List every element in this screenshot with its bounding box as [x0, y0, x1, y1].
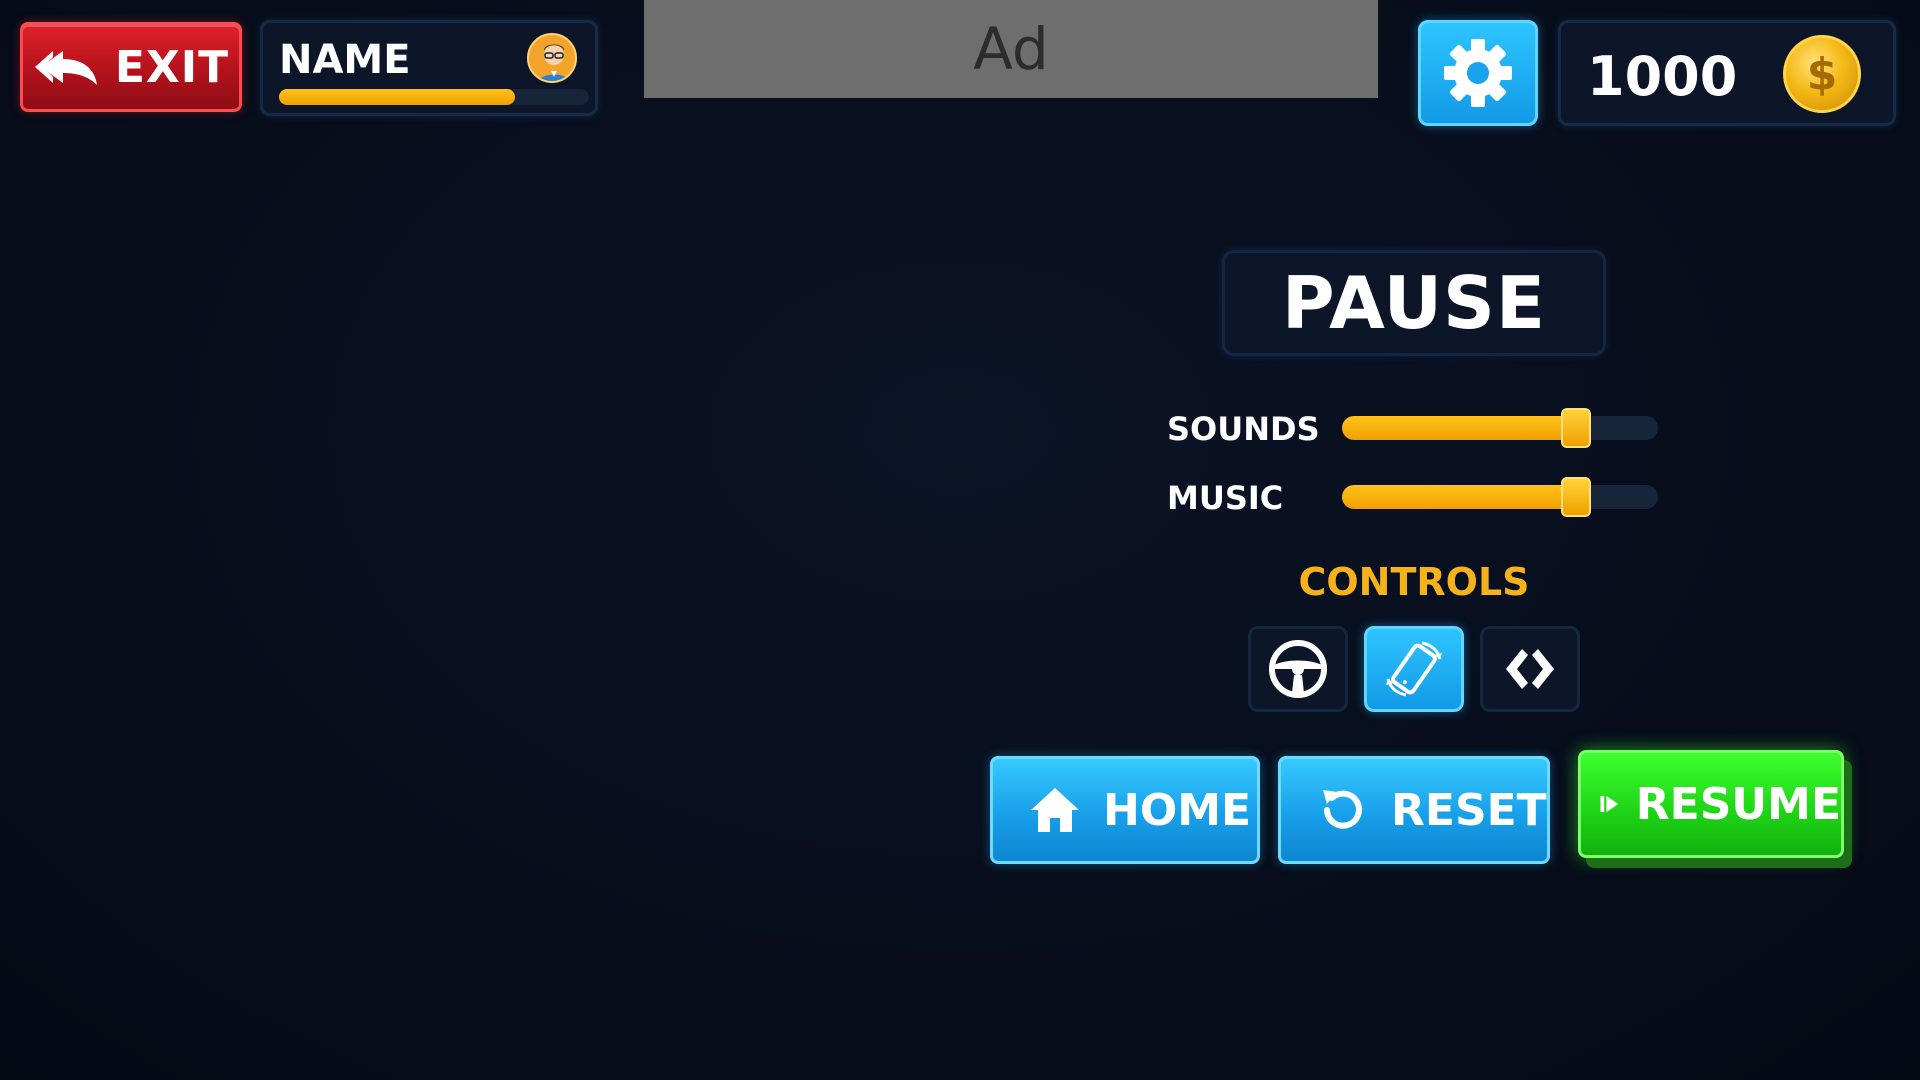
- home-label: HOME: [1103, 784, 1252, 836]
- coin-icon: $: [1783, 35, 1861, 113]
- music-slider-fill: [1342, 485, 1576, 509]
- gear-icon: [1444, 39, 1512, 107]
- music-slider-handle[interactable]: [1560, 477, 1591, 517]
- reset-label: RESET: [1391, 784, 1547, 836]
- tilt-device-icon: [1386, 641, 1442, 697]
- resume-button[interactable]: RESUME: [1578, 750, 1844, 858]
- player-panel: NAME: [260, 20, 598, 116]
- home-icon: [1031, 788, 1079, 832]
- coin-panel: 1000 $: [1558, 20, 1896, 126]
- ad-banner[interactable]: Ad: [644, 0, 1378, 98]
- coin-count: 1000: [1587, 45, 1738, 108]
- pause-title-box: PAUSE: [1222, 250, 1606, 356]
- controls-label: CONTROLS: [1298, 560, 1530, 604]
- sounds-slider-handle[interactable]: [1560, 408, 1591, 448]
- coin-symbol: $: [1806, 48, 1838, 100]
- player-name: NAME: [279, 37, 411, 83]
- pause-title: PAUSE: [1281, 261, 1547, 345]
- music-label: MUSIC: [1167, 479, 1284, 517]
- arrows-icon: [1506, 649, 1554, 689]
- settings-button[interactable]: [1418, 20, 1538, 126]
- reset-icon: [1323, 790, 1362, 829]
- exit-label: EXIT: [114, 41, 230, 93]
- xp-bar: [279, 89, 589, 105]
- control-steering-button[interactable]: [1248, 626, 1348, 712]
- exit-button[interactable]: EXIT: [20, 22, 242, 112]
- sounds-label: SOUNDS: [1167, 410, 1320, 448]
- control-tilt-button[interactable]: [1364, 626, 1464, 712]
- avatar[interactable]: [527, 33, 577, 83]
- sounds-slider-fill: [1342, 416, 1576, 440]
- sounds-slider[interactable]: [1342, 408, 1658, 448]
- xp-bar-fill: [279, 89, 515, 105]
- reset-button[interactable]: RESET: [1278, 756, 1550, 864]
- steering-wheel-icon: [1269, 640, 1327, 698]
- avatar-icon: [538, 44, 570, 81]
- play-icon: [1600, 795, 1619, 813]
- back-arrow-icon: [34, 51, 97, 85]
- home-button[interactable]: HOME: [990, 756, 1260, 864]
- resume-label: RESUME: [1635, 778, 1841, 830]
- music-slider[interactable]: [1342, 477, 1658, 517]
- control-arrows-button[interactable]: [1480, 626, 1580, 712]
- ad-label: Ad: [973, 15, 1049, 83]
